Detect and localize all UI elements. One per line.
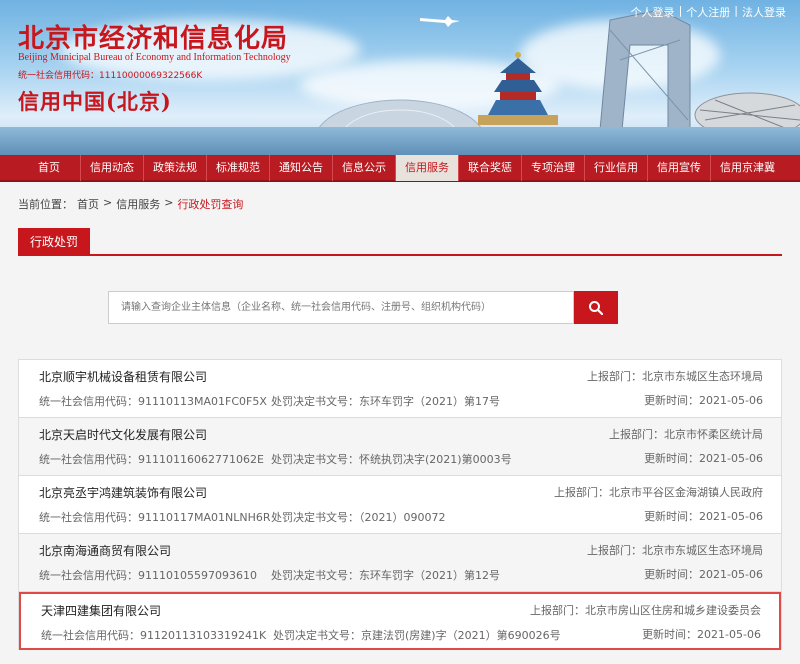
decision-number: 处罚决定书文号：东环车罚字（2021）第12号 [271,569,500,582]
reporting-department: 上报部门：北京市房山区住房和城乡建设委员会 [530,604,761,617]
decision-number: 处罚决定书文号：东环车罚字（2021）第17号 [271,395,500,408]
breadcrumb: 当前位置： 首页 > 信用服务 > 行政处罚查询 [18,196,800,212]
decision-number: 处罚决定书文号：京建法罚(房建)字（2021）第690026号 [273,629,561,642]
penalty-list: 北京顺宇机械设备租赁有限公司 统一社会信用代码：91110113MA01FC0F… [18,359,782,650]
decision-number: 处罚决定书文号：（2021）090072 [271,511,446,524]
site-subtitle: Beijing Municipal Bureau of Economy and … [18,52,291,63]
personal-register-link[interactable]: 个人注册 [686,4,730,20]
nav-item-home[interactable]: 首页 [0,154,81,181]
decision-number: 处罚决定书文号：怀统执罚决字(2021)第0003号 [271,453,512,466]
nav-item-credit-news[interactable]: 信用动态 [81,154,144,181]
site-credit-code: 统一社会信用代码：11110000069322566K [18,71,203,81]
breadcrumb-label: 当前位置： [18,198,73,211]
nav-item-policies[interactable]: 政策法规 [144,154,207,181]
search-input[interactable] [108,291,574,324]
nav-item-notices[interactable]: 通知公告 [270,154,333,181]
nav-item-disclosure[interactable]: 信息公示 [333,154,396,181]
update-time: 更新时间：2021-05-06 [644,568,763,581]
credit-code: 统一社会信用代码：91110117MA01NLNH6R [39,511,271,524]
reporting-department: 上报部门：北京市平谷区金海湖镇人民政府 [554,486,763,499]
breadcrumb-home[interactable]: 首页 [77,196,99,212]
update-time: 更新时间：2021-05-06 [644,452,763,465]
site-title: 北京市经济和信息化局 [18,24,289,54]
breadcrumb-separator: > [164,196,174,209]
tab-administrative-penalty[interactable]: 行政处罚 [18,228,91,256]
list-item[interactable]: 北京顺宇机械设备租赁有限公司 统一社会信用代码：91110113MA01FC0F… [19,360,781,418]
nav-item-credit-service[interactable]: 信用服务 [396,154,459,181]
account-links: 个人登录 | 个人注册 | 法人登录 [631,4,786,20]
credit-code: 统一社会信用代码：91110105597093610 [39,569,257,582]
nav-item-standards[interactable]: 标准规范 [207,154,270,181]
main-nav: 首页 信用动态 政策法规 标准规范 通知公告 信息公示 信用服务 联合奖惩 专项… [0,154,800,182]
list-item-highlighted[interactable]: 天津四建集团有限公司 统一社会信用代码：91120113103319241K 处… [19,592,781,650]
credit-code: 统一社会信用代码：91110116062771062E [39,453,264,466]
site-banner: 北京市经济和信息化局 Beijing Municipal Bureau of E… [0,0,800,155]
reporting-department: 上报部门：北京市东城区生态环境局 [587,370,763,383]
breadcrumb-credit-service[interactable]: 信用服务 [116,196,160,212]
separator: | [734,4,738,17]
reporting-department: 上报部门：北京市东城区生态环境局 [587,544,763,557]
tab-bar: 行政处罚 [18,228,782,256]
nav-item-credit-promotion[interactable]: 信用宣传 [648,154,711,181]
reporting-department: 上报部门：北京市怀柔区统计局 [609,428,763,441]
separator: | [678,4,683,17]
list-item[interactable]: 北京亮丞宇鸿建筑装饰有限公司 统一社会信用代码：91110117MA01NLNH… [19,476,781,534]
breadcrumb-separator: > [103,196,113,209]
update-time: 更新时间：2021-05-06 [644,394,763,407]
update-time: 更新时间：2021-05-06 [644,510,763,523]
update-time: 更新时间：2021-05-06 [642,628,761,641]
site-brand: 信用中国(北京) [18,89,172,114]
personal-login-link[interactable]: 个人登录 [631,4,675,20]
search-icon [589,300,604,315]
list-item[interactable]: 北京天启时代文化发展有限公司 统一社会信用代码：9111011606277106… [19,418,781,476]
legal-login-link[interactable]: 法人登录 [742,4,786,20]
credit-code: 统一社会信用代码：91110113MA01FC0F5X [39,395,267,408]
list-item[interactable]: 北京南海通商贸有限公司 统一社会信用代码：91110105597093610 处… [19,534,781,592]
breadcrumb-current: 行政处罚查询 [177,198,244,211]
nav-item-industry-credit[interactable]: 行业信用 [585,154,648,181]
nav-item-rewards-penalties[interactable]: 联合奖惩 [459,154,522,181]
nav-item-special-governance[interactable]: 专项治理 [522,154,585,181]
search-button[interactable] [574,291,618,324]
nav-item-jingjinji[interactable]: 信用京津冀 [711,154,784,181]
credit-code: 统一社会信用代码：91120113103319241K [41,629,267,642]
search-bar [108,291,800,324]
